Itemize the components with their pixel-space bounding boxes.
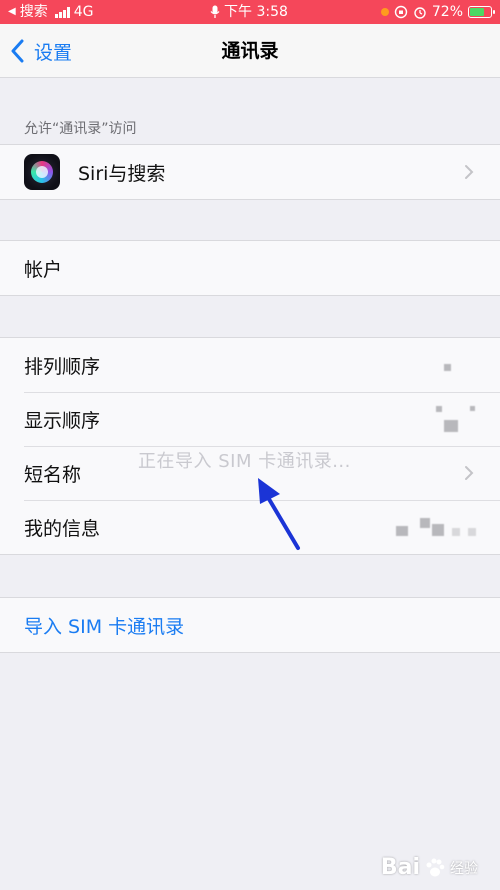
import-sim-group: 导入 SIM 卡通讯录 <box>0 597 500 653</box>
page-title: 通讯录 <box>221 40 279 62</box>
paw-icon <box>426 858 445 876</box>
blurred-value <box>420 518 430 528</box>
siri-group: Siri与搜索 <box>0 144 500 200</box>
status-right: 72% <box>380 0 495 24</box>
mic-in-use-dot-icon <box>380 8 389 16</box>
blurred-value <box>452 528 460 536</box>
blurred-value <box>468 528 476 536</box>
battery-icon <box>468 6 495 18</box>
status-center: 下午 3:58 <box>210 0 288 24</box>
status-bar: ◀ 搜索 4G 下午 3:58 72% <box>0 0 500 24</box>
siri-search-row[interactable]: Siri与搜索 <box>0 145 500 199</box>
sort-order-row[interactable]: 排列顺序 <box>0 338 500 392</box>
import-sim-row[interactable]: 导入 SIM 卡通讯录 <box>0 598 500 652</box>
accounts-group: 帐户 <box>0 240 500 296</box>
accounts-row[interactable]: 帐户 <box>0 241 500 295</box>
blurred-value <box>444 364 451 371</box>
display-order-label: 显示顺序 <box>24 409 101 432</box>
navigation-bar: 通讯录 设置 <box>0 24 500 78</box>
back-app-label[interactable]: 搜索 <box>20 0 48 24</box>
rotation-lock-icon <box>394 5 408 19</box>
battery-percent: 72% <box>431 4 463 20</box>
annotation-arrow-icon <box>258 478 300 550</box>
accounts-label: 帐户 <box>24 258 63 281</box>
status-left: ◀ 搜索 4G <box>8 0 93 24</box>
display-order-row[interactable]: 显示顺序 <box>0 392 500 446</box>
chevron-right-icon <box>465 466 474 480</box>
baidu-watermark: Bai 经验 <box>381 855 478 880</box>
network-type: 4G <box>73 4 94 20</box>
siri-search-label: Siri与搜索 <box>78 162 166 185</box>
import-sim-contacts-link[interactable]: 导入 SIM 卡通讯录 <box>24 612 184 639</box>
chevron-left-icon <box>10 36 34 66</box>
watermark-text: Bai <box>380 855 420 880</box>
chevron-right-icon <box>465 165 474 179</box>
importing-status-text: 正在导入 SIM 卡通讯录... <box>138 451 351 472</box>
microphone-icon <box>210 5 220 18</box>
short-name-label: 短名称 <box>24 463 82 486</box>
watermark-subtext: 经验 <box>450 860 478 877</box>
blurred-value <box>444 420 458 432</box>
section-header-allow-access: 允许“通讯录”访问 <box>24 121 137 137</box>
back-button-label: 设置 <box>34 41 73 64</box>
alarm-icon <box>414 7 426 19</box>
back-triangle-icon[interactable]: ◀ <box>8 0 16 24</box>
blurred-value <box>436 406 442 412</box>
siri-icon <box>24 154 60 190</box>
blurred-value <box>396 526 408 536</box>
back-button[interactable]: 设置 <box>10 36 72 66</box>
sort-order-label: 排列顺序 <box>24 355 101 378</box>
blurred-value <box>432 524 444 536</box>
status-time: 下午 3:58 <box>224 4 288 20</box>
blurred-value <box>470 406 475 411</box>
my-info-label: 我的信息 <box>24 517 101 540</box>
signal-icon <box>54 6 70 18</box>
